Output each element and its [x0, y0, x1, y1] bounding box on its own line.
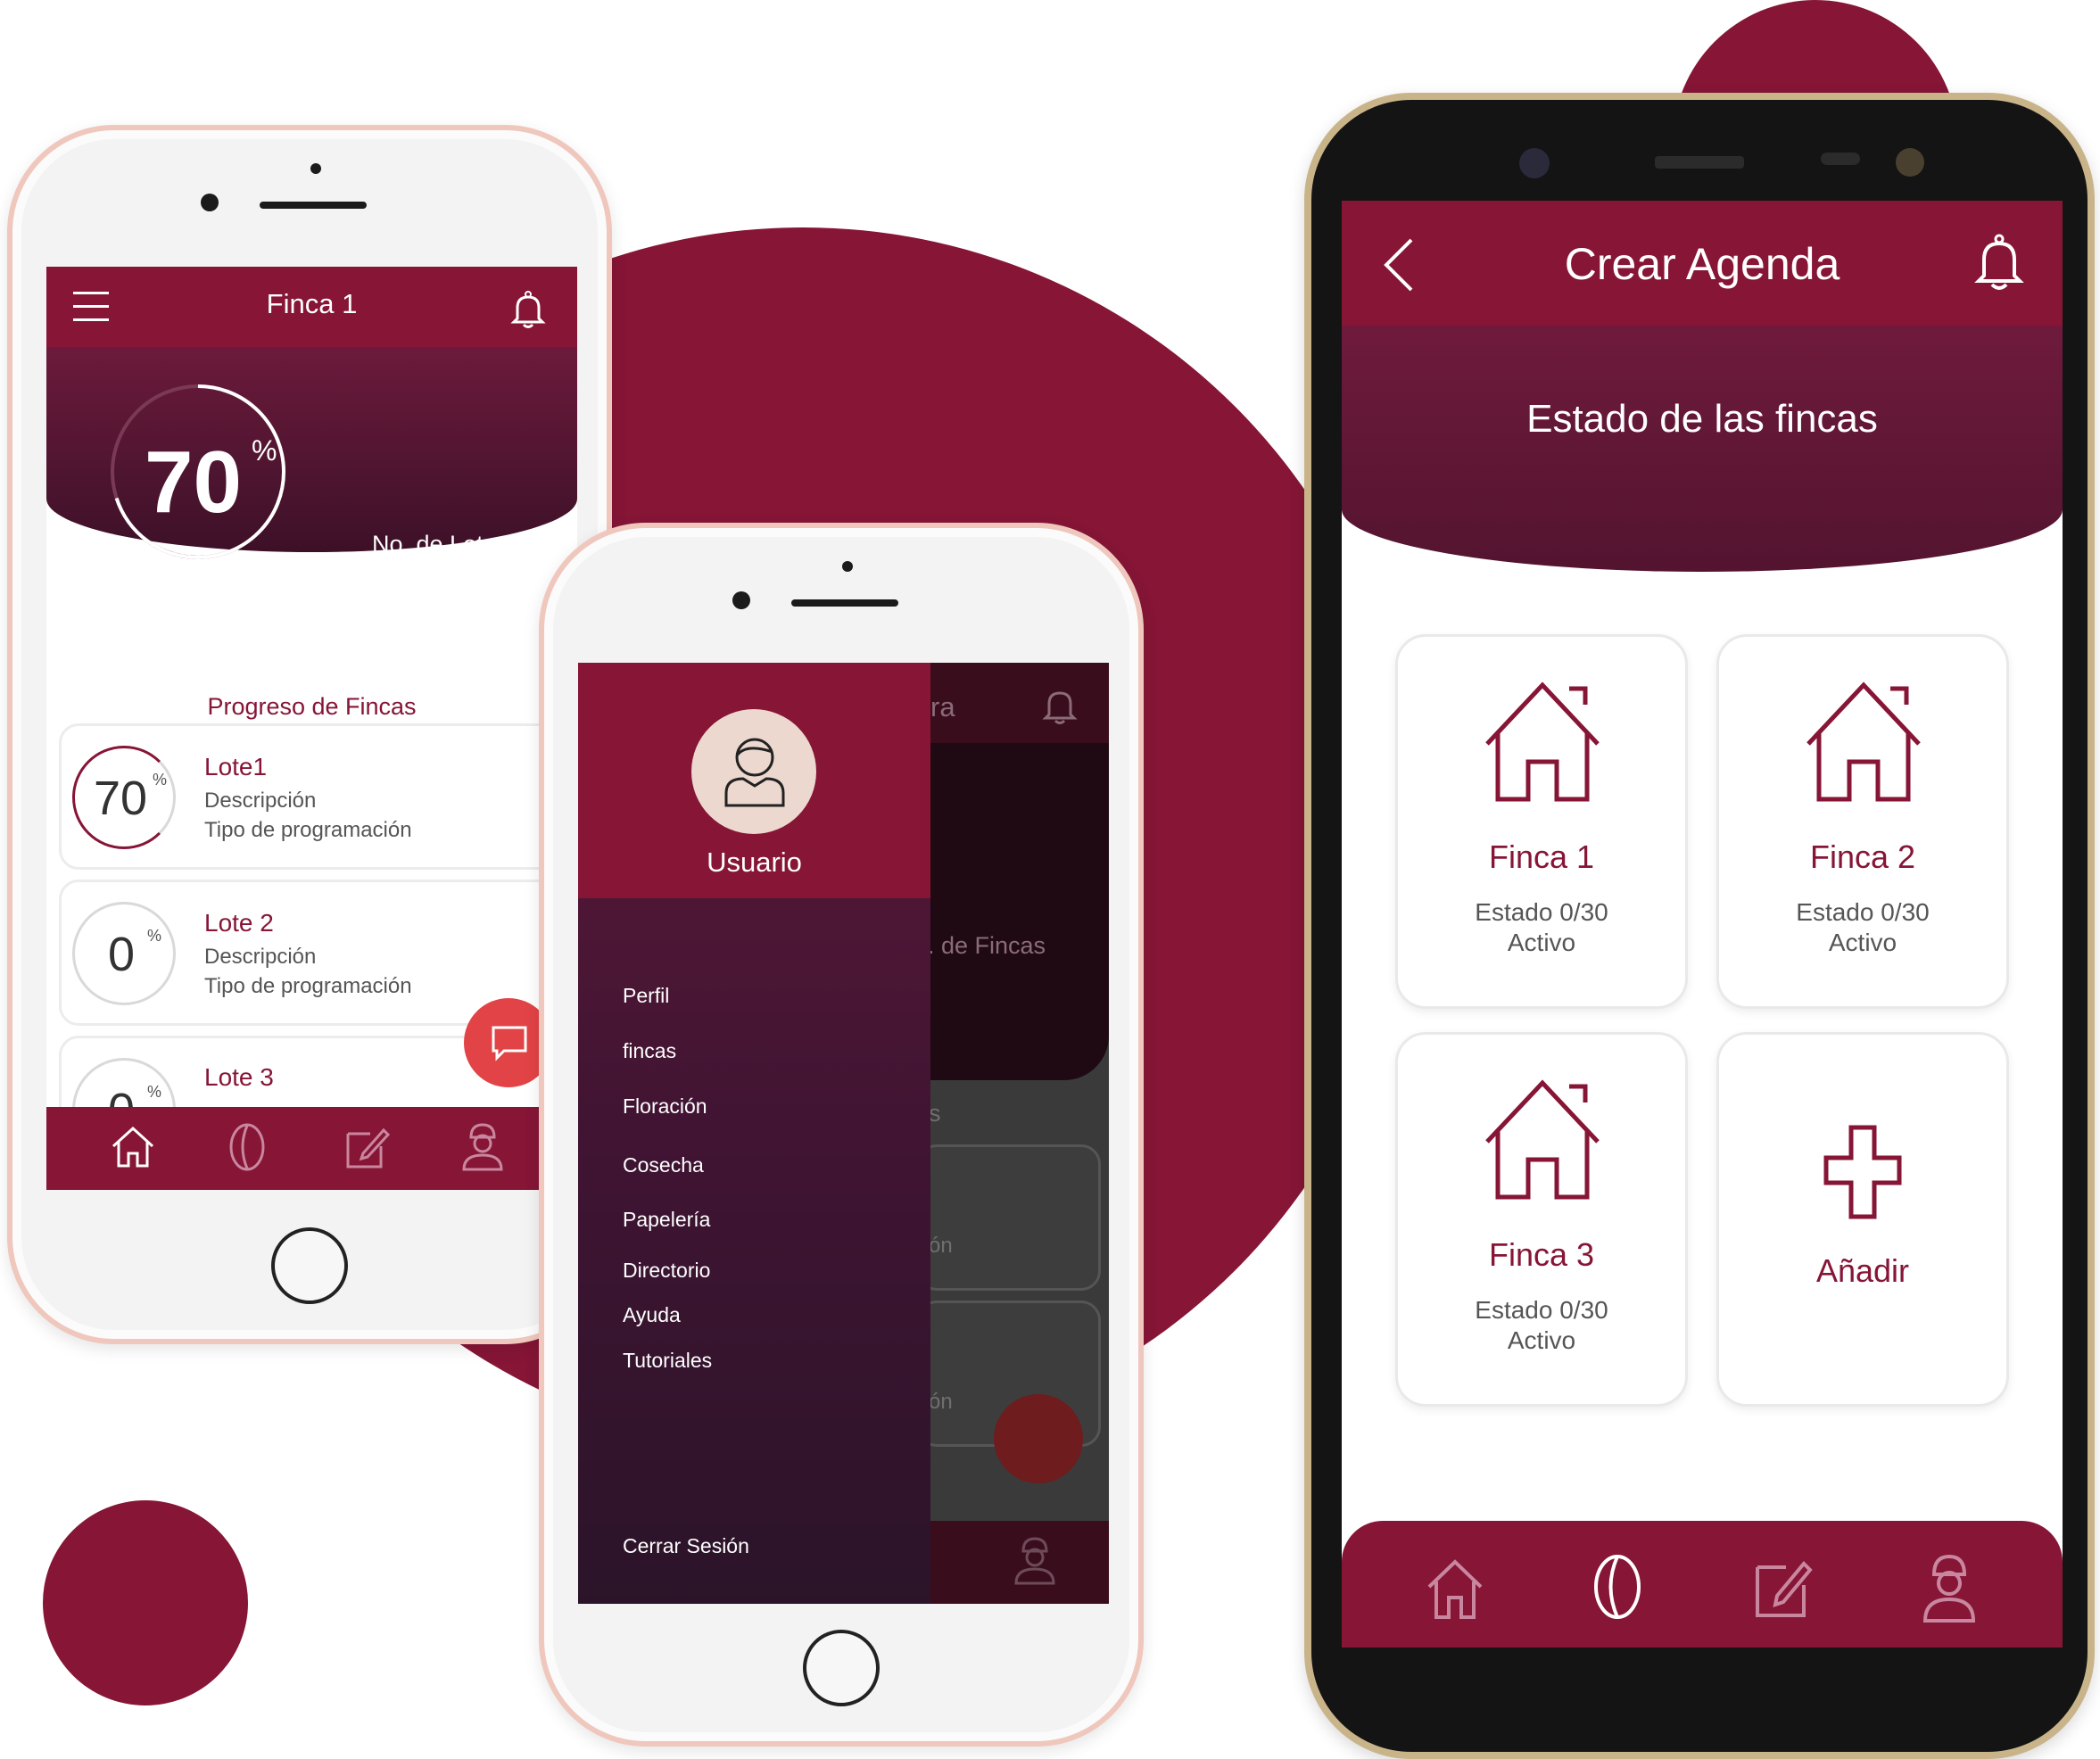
- farm-status: Estado 0/30: [1796, 898, 1930, 926]
- lots-count-label: No. de Lotes: [372, 531, 509, 557]
- progress-unit: %: [252, 434, 277, 467]
- user-icon: [724, 738, 785, 807]
- section-title: Progreso de Fincas: [207, 693, 417, 720]
- app-header: Finca 1: [46, 267, 577, 347]
- home-button[interactable]: [803, 1630, 880, 1706]
- phone3-screen: Crear Agenda Estado de las fincas Finca …: [1342, 201, 2063, 1648]
- menu-item-directorio[interactable]: Directorio: [623, 1259, 710, 1283]
- proximity-sensor: [842, 561, 853, 572]
- lot-progress-unit: %: [153, 771, 168, 789]
- progress-value: 70: [145, 433, 243, 531]
- bell-icon: [1042, 691, 1078, 724]
- home-icon[interactable]: [1424, 1555, 1486, 1623]
- earpiece-speaker: [260, 202, 367, 209]
- farm-tile-1[interactable]: Finca 1 Estado 0/30 Activo: [1395, 634, 1688, 1009]
- add-farm-tile[interactable]: Añadir: [1716, 1032, 2009, 1407]
- background-circle-bottom-left: [43, 1500, 248, 1705]
- hero-title: Estado de las fincas: [1526, 397, 1878, 441]
- menu-item-cosecha[interactable]: Cosecha: [623, 1153, 704, 1177]
- farm-house-icon: [1485, 681, 1600, 802]
- lot-name: Lote 2: [204, 909, 274, 937]
- app-header: Crear Agenda: [1342, 201, 2063, 326]
- farm-state: Activo: [1507, 1326, 1576, 1354]
- bottom-tab-bar: [1342, 1521, 2063, 1648]
- menu-item-ayuda[interactable]: Ayuda: [623, 1303, 681, 1327]
- page-title: Crear Agenda: [1564, 239, 1840, 289]
- coffee-bean-icon[interactable]: [225, 1121, 269, 1173]
- chat-icon: [492, 1026, 527, 1061]
- edit-icon[interactable]: [343, 1123, 392, 1171]
- dimmed-row-text: ón: [929, 1390, 953, 1414]
- phone-3: Crear Agenda Estado de las fincas Finca …: [1304, 93, 2095, 1759]
- menu-item-tutoriales[interactable]: Tutoriales: [623, 1349, 712, 1373]
- progress-hero: 70 % Progreso General No. de Lotes: [46, 347, 577, 607]
- bell-icon[interactable]: [1973, 233, 2025, 292]
- proximity-sensor: [310, 163, 321, 174]
- plus-icon: [1823, 1125, 1902, 1219]
- lot-name: Lote1: [204, 753, 268, 780]
- front-camera: [1519, 148, 1550, 178]
- home-button[interactable]: [271, 1227, 348, 1304]
- lot-card-1[interactable]: 70 % Lote1 Descripción Tipo de programac…: [59, 723, 564, 870]
- farm-name: Finca 3: [1488, 1236, 1595, 1273]
- lot-progress-unit: %: [147, 1083, 162, 1101]
- page-title: Finca 1: [266, 288, 358, 319]
- dimmed-row-text: ón: [929, 1234, 953, 1258]
- dimmed-section-title: s: [929, 1100, 941, 1127]
- farm-house-icon: [1485, 1079, 1600, 1200]
- hero-banner: Estado de las fincas: [1342, 326, 2063, 572]
- lot-description: Descripción: [204, 945, 317, 969]
- bottom-tab-bar: [46, 1107, 577, 1190]
- lot-description: Descripción: [204, 789, 317, 813]
- earpiece-speaker: [791, 599, 898, 607]
- lot-progress-unit: %: [147, 927, 162, 945]
- avatar[interactable]: [691, 709, 816, 834]
- drawer-header: Usuario: [578, 663, 930, 898]
- proximity-sensor: [1821, 153, 1860, 165]
- phone-1: Finca 1 70 % Progreso General No. de Lot…: [7, 125, 612, 1344]
- edit-icon[interactable]: [1752, 1553, 1815, 1621]
- farm-name: Finca 1: [1488, 838, 1595, 875]
- add-label: Añadir: [1815, 1252, 1910, 1289]
- phone2-screen: ra . de Fincas s ón ón Usuario Perfil fi…: [578, 663, 1109, 1604]
- drawer-user-name: Usuario: [707, 846, 802, 878]
- flash-sensor: [1896, 148, 1924, 177]
- lot-progress-value: 0: [108, 928, 136, 981]
- side-drawer: Usuario Perfil fincas Floración Cosecha …: [578, 663, 930, 1604]
- lot-schedule: Tipo de programación: [204, 818, 412, 842]
- coffee-bean-icon[interactable]: [1590, 1551, 1645, 1623]
- farm-status: Estado 0/30: [1475, 898, 1608, 926]
- dimmed-lots-label: . de Fincas: [928, 932, 1046, 959]
- menu-item-fincas[interactable]: fincas: [623, 1039, 676, 1063]
- lot-progress-value: 70: [94, 772, 148, 825]
- farm-state: Activo: [1507, 929, 1576, 956]
- bell-icon[interactable]: [510, 290, 546, 329]
- farm-house-icon: [1806, 681, 1921, 802]
- phone1-screen: Finca 1 70 % Progreso General No. de Lot…: [46, 267, 577, 1190]
- farm-status: Estado 0/30: [1475, 1296, 1608, 1324]
- farm-tile-2[interactable]: Finca 2 Estado 0/30 Activo: [1716, 634, 2009, 1009]
- progress-label: Progreso General: [104, 581, 295, 607]
- home-icon[interactable]: [109, 1123, 157, 1171]
- lot-name: Lote 3: [204, 1063, 274, 1091]
- earpiece-speaker: [1655, 156, 1744, 169]
- worker-icon[interactable]: [459, 1119, 507, 1173]
- dimmed-title: ra: [930, 691, 955, 723]
- logout-button[interactable]: Cerrar Sesión: [623, 1534, 749, 1558]
- farm-state: Activo: [1828, 929, 1897, 956]
- phone-2: ra . de Fincas s ón ón Usuario Perfil fi…: [539, 523, 1144, 1747]
- menu-item-perfil[interactable]: Perfil: [623, 984, 669, 1008]
- farm-name: Finca 2: [1809, 838, 1916, 875]
- farm-tile-3[interactable]: Finca 3 Estado 0/30 Activo: [1395, 1032, 1688, 1407]
- front-camera: [201, 194, 219, 211]
- worker-icon: [1014, 1537, 1055, 1585]
- menu-item-papeleria[interactable]: Papelería: [623, 1208, 710, 1232]
- lot-schedule: Tipo de programación: [204, 974, 412, 998]
- menu-item-floracion[interactable]: Floración: [623, 1094, 707, 1119]
- front-camera: [732, 591, 750, 609]
- worker-icon[interactable]: [1918, 1549, 1980, 1624]
